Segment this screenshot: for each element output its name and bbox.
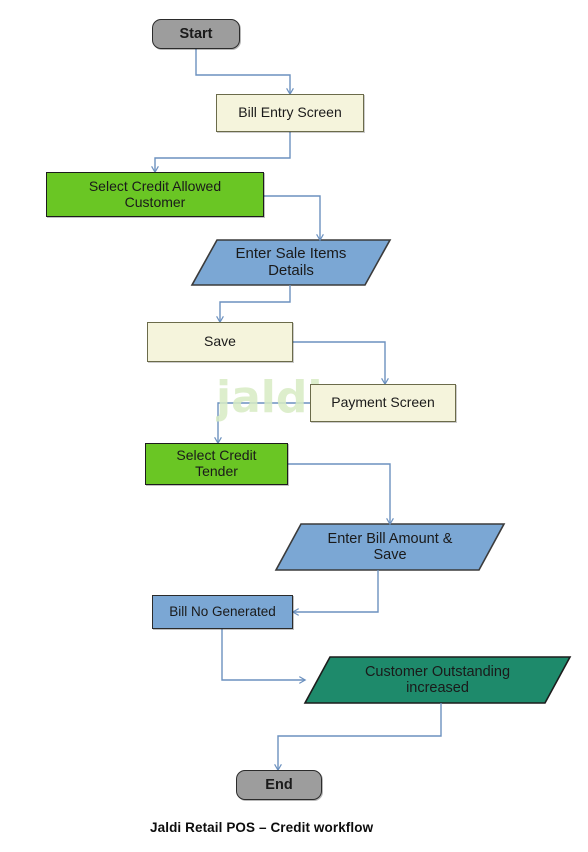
edge-sale-items-save [216, 285, 291, 324]
node-bill-entry-screen[interactable]: Bill Entry Screen [216, 94, 364, 132]
node-select-credit-allowed-customer[interactable]: Select Credit Allowed Customer [46, 172, 264, 217]
node-bill-no-generated-label: Bill No Generated [169, 604, 276, 620]
node-customer-outstanding-increased[interactable]: Customer Outstanding increased [305, 657, 570, 703]
node-payment-screen-label: Payment Screen [331, 394, 435, 411]
flowchart-canvas: jaldi Start Bill Entry Screen Select Cre… [0, 0, 588, 852]
node-save[interactable]: Save [147, 322, 293, 362]
node-bill-entry-screen-label: Bill Entry Screen [238, 104, 342, 121]
node-bill-no-generated[interactable]: Bill No Generated [152, 595, 293, 629]
edge-select-tender-bill-amount [288, 463, 394, 526]
node-customer-outstanding-increased-label: Customer Outstanding increased [364, 663, 511, 696]
node-payment-screen[interactable]: Payment Screen [310, 384, 456, 422]
edge-start-bill-entry [195, 49, 294, 96]
node-enter-sale-items-details-label: Enter Sale Items Details [235, 244, 347, 279]
edge-bill-entry-select-customer [151, 132, 291, 174]
node-select-credit-tender-label: Select Credit Tender [176, 447, 257, 479]
node-end-label: End [265, 776, 293, 793]
node-enter-bill-amount-save[interactable]: Enter Bill Amount & Save [276, 524, 504, 570]
node-save-label: Save [204, 333, 236, 350]
edge-select-customer-sale-items [264, 195, 324, 242]
edge-payment-select-tender [214, 402, 310, 445]
node-select-credit-tender[interactable]: Select Credit Tender [145, 443, 288, 485]
node-enter-sale-items-details[interactable]: Enter Sale Items Details [192, 240, 390, 285]
diagram-caption: Jaldi Retail POS – Credit workflow [150, 820, 374, 835]
edge-outstanding-end [274, 703, 442, 772]
node-end[interactable]: End [236, 770, 322, 800]
edge-bill-amount-bill-no [291, 570, 379, 616]
edge-save-payment [293, 341, 389, 386]
node-start[interactable]: Start [152, 19, 240, 49]
node-enter-bill-amount-save-label: Enter Bill Amount & Save [327, 530, 453, 563]
edge-bill-no-outstanding [221, 629, 307, 684]
node-select-credit-allowed-customer-label: Select Credit Allowed Customer [88, 177, 222, 210]
node-start-label: Start [179, 25, 213, 42]
